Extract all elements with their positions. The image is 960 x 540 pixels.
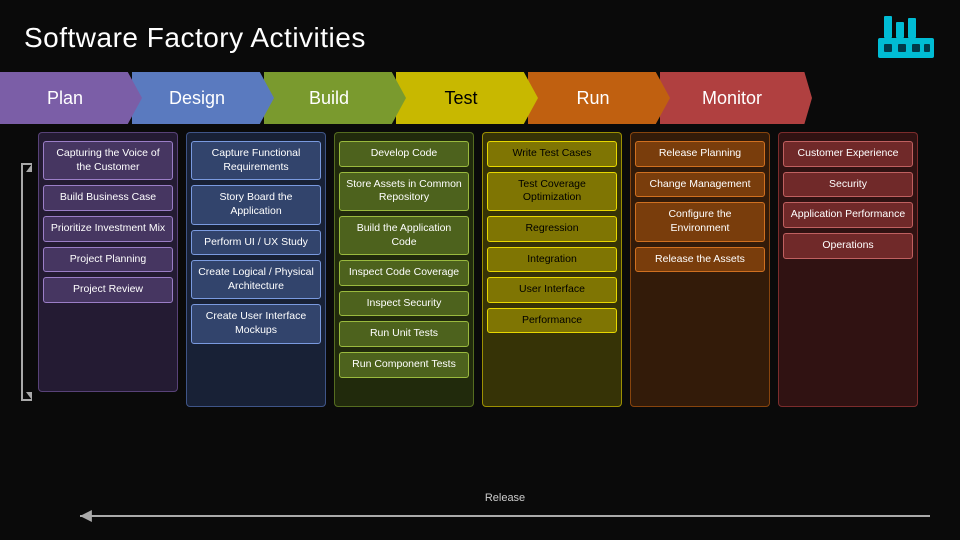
list-item: Create Logical / Physical Architecture xyxy=(191,260,321,299)
list-item: Configure the Environment xyxy=(635,202,765,241)
test-column: Write Test Cases Test Coverage Optimizat… xyxy=(482,132,622,407)
phases-header: Plan Design Build Test Run Monitor xyxy=(0,72,960,124)
list-item: Security xyxy=(783,172,913,198)
list-item: Write Test Cases xyxy=(487,141,617,167)
phase-header-run: Run xyxy=(528,72,670,124)
list-item: Build the Application Code xyxy=(339,216,469,255)
list-item: Customer Experience xyxy=(783,141,913,167)
build-column: Develop Code Store Assets in Common Repo… xyxy=(334,132,474,407)
run-column: Release Planning Change Management Confi… xyxy=(630,132,770,407)
monitor-column: Customer Experience Security Application… xyxy=(778,132,918,407)
list-item: Project Review xyxy=(43,277,173,303)
header: Software Factory Activities xyxy=(0,0,960,72)
list-item: Build Business Case xyxy=(43,185,173,211)
list-item: Project Planning xyxy=(43,247,173,273)
list-item: Integration xyxy=(487,247,617,273)
page: Software Factory Activities Plan Design xyxy=(0,0,960,540)
plan-column: Capturing the Voice of the Customer Buil… xyxy=(38,132,178,392)
phase-label-design: Design xyxy=(169,88,225,109)
list-item: User Interface xyxy=(487,277,617,303)
list-item: Run Unit Tests xyxy=(339,321,469,347)
feedback-bracket-icon xyxy=(18,162,34,402)
list-item: Performance xyxy=(487,308,617,334)
phase-label-build: Build xyxy=(309,88,349,109)
design-column: Capture Functional Requirements Story Bo… xyxy=(186,132,326,407)
list-item: Change Management xyxy=(635,172,765,198)
phase-header-test: Test xyxy=(396,72,538,124)
list-item: Capturing the Voice of the Customer xyxy=(43,141,173,180)
list-item: Application Performance xyxy=(783,202,913,228)
phase-label-plan: Plan xyxy=(47,88,83,109)
list-item: Capture Functional Requirements xyxy=(191,141,321,180)
list-item: Release Planning xyxy=(635,141,765,167)
list-item: Inspect Code Coverage xyxy=(339,260,469,286)
phase-header-build: Build xyxy=(264,72,406,124)
list-item: Release the Assets xyxy=(635,247,765,273)
list-item: Operations xyxy=(783,233,913,259)
phase-label-run: Run xyxy=(576,88,609,109)
list-item: Regression xyxy=(487,216,617,242)
phase-label-test: Test xyxy=(444,88,477,109)
list-item: Store Assets in Common Repository xyxy=(339,172,469,211)
phase-header-monitor: Monitor xyxy=(660,72,812,124)
release-label: Release xyxy=(485,492,525,504)
feedback-arrow-area: Release xyxy=(80,506,930,526)
list-item: Prioritize Investment Mix xyxy=(43,216,173,242)
feedback-arrow-icon xyxy=(80,506,930,526)
phase-header-design: Design xyxy=(132,72,274,124)
list-item: Create User Interface Mockups xyxy=(191,304,321,343)
page-title: Software Factory Activities xyxy=(24,22,366,54)
list-item: Develop Code xyxy=(339,141,469,167)
content-area: Capturing the Voice of the Customer Buil… xyxy=(0,132,960,407)
list-item: Inspect Security xyxy=(339,291,469,317)
list-item: Story Board the Application xyxy=(191,185,321,224)
list-item: Run Component Tests xyxy=(339,352,469,378)
phase-header-plan: Plan xyxy=(0,72,142,124)
phase-label-monitor: Monitor xyxy=(702,88,762,109)
factory-icon xyxy=(876,14,936,62)
list-item: Test Coverage Optimization xyxy=(487,172,617,211)
list-item: Perform UI / UX Study xyxy=(191,230,321,256)
